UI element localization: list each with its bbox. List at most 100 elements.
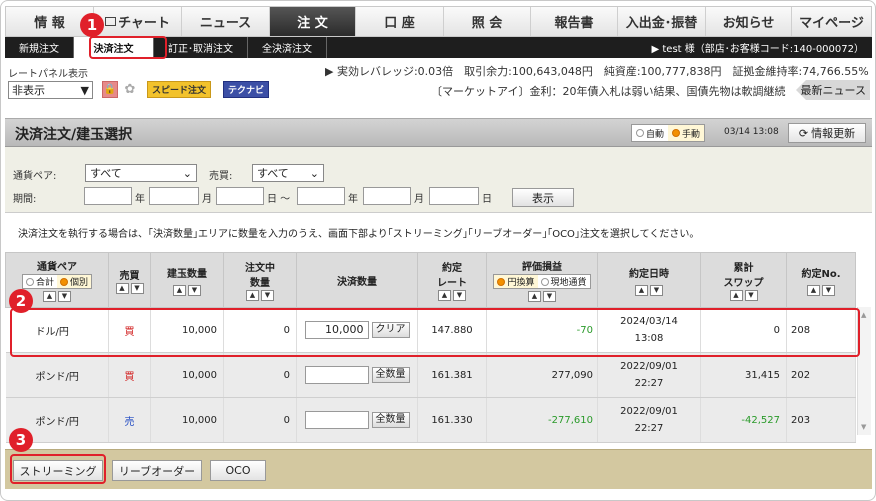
month-unit: 月 (202, 194, 212, 205)
side-filter-select[interactable]: すべて ⌄ (252, 164, 324, 182)
settle-qty-input[interactable] (304, 366, 369, 384)
qty-cell: 10,000 (150, 352, 224, 398)
sort-asc-icon[interactable]: ▲ (438, 290, 451, 301)
news-ticker[interactable]: 〔マーケットアイ〕金利：20年債入札は弱い結果、国債先物は軟調継続 (431, 83, 785, 99)
leave-order-button[interactable]: リーブオーダー (112, 460, 202, 481)
update-time: 03/14 13:08 (724, 127, 779, 137)
each-radio[interactable]: 個別 (57, 275, 92, 288)
nav-order[interactable]: 注 文 (270, 7, 356, 36)
pair-filter-label: 通貨ペア: (13, 171, 57, 182)
subnav-new-order[interactable]: 新規注文 (5, 37, 74, 58)
sum-radio[interactable]: 合計 (23, 275, 57, 288)
nav-chart[interactable]: チャート (94, 7, 182, 36)
sort-asc-icon[interactable]: ▲ (635, 284, 648, 296)
to-month-input[interactable] (363, 187, 411, 205)
from-month-input[interactable] (149, 187, 199, 205)
gear-icon[interactable]: ✿ (122, 81, 138, 98)
sort-desc-icon[interactable]: ▼ (261, 290, 274, 301)
swap-cell: 31,415 (700, 352, 787, 398)
date-cell: 2022/09/01 22:27 (597, 397, 701, 443)
all-qty-button[interactable]: 全数量 (371, 412, 410, 428)
highlight-row (10, 308, 860, 357)
year-unit: 年 (348, 194, 358, 205)
sort-desc-icon[interactable]: ▼ (453, 290, 466, 301)
pl-cell: 277,090 (486, 352, 598, 398)
sort-asc-icon[interactable]: ▲ (173, 284, 186, 296)
col-ordering-qty: 注文中 数量 ▲ ▼ (223, 252, 297, 308)
col-side: 売買 ▲ ▼ (108, 252, 151, 308)
settle-cell: 全数量 (296, 352, 418, 398)
side-filter-label: 売買: (209, 171, 233, 182)
sort-asc-icon[interactable]: ▲ (528, 291, 541, 302)
nav-inquiry[interactable]: 照 会 (444, 7, 531, 36)
lock-icon[interactable]: 🔒 (102, 81, 118, 98)
top-nav: 情 報 チャート ニュース 注 文 口 座 照 会 報告書 入出金･振替 お知ら… (5, 6, 872, 37)
sort-desc-icon[interactable]: ▼ (650, 284, 663, 296)
day-unit: 日 ～ (267, 194, 291, 205)
user-info: ▶ test 様（部店･お客様コード:140-000072） (651, 44, 865, 55)
highlight-settle-tab (89, 36, 167, 59)
local-radio[interactable]: 現地通貨 (538, 275, 590, 288)
day-unit: 日 (482, 194, 492, 205)
sort-asc-icon[interactable]: ▲ (807, 284, 820, 296)
sort-desc-icon[interactable]: ▼ (58, 291, 71, 302)
sort-desc-icon[interactable]: ▼ (130, 282, 144, 294)
auto-radio[interactable]: 自動 (632, 125, 668, 141)
leverage-info: ▶ 実効レバレッジ:0.03倍 取引余力:100,643,048円 純資産:10… (325, 65, 869, 78)
oco-button[interactable]: OCO (210, 460, 266, 481)
latest-news-button[interactable]: 最新ニュース (796, 80, 870, 100)
chevron-down-icon: ⌄ (309, 166, 319, 180)
rate-cell: 161.381 (417, 352, 487, 398)
nav-mypage[interactable]: マイページ (792, 7, 871, 36)
chart-icon (105, 17, 117, 26)
sort-asc-icon[interactable]: ▲ (729, 290, 743, 301)
side-cell: 売 (108, 397, 151, 443)
from-year-input[interactable] (84, 187, 132, 205)
nav-notice[interactable]: お知らせ (706, 7, 792, 36)
subnav-settle-all[interactable]: 全決済注文 (248, 37, 327, 58)
col-swap: 累計 スワップ ▲ ▼ (700, 252, 787, 308)
to-day-input[interactable] (429, 187, 479, 205)
yen-radio[interactable]: 円換算 (494, 275, 538, 288)
sort-desc-icon[interactable]: ▼ (822, 284, 835, 296)
show-button[interactable]: 表示 (512, 188, 574, 207)
sort-desc-icon[interactable]: ▼ (744, 290, 758, 301)
refresh-button[interactable]: ⟳ 情報更新 (788, 123, 866, 143)
nav-news[interactable]: ニュース (182, 7, 270, 36)
nav-deposit[interactable]: 入出金･振替 (618, 7, 706, 36)
nav-account[interactable]: 口 座 (356, 7, 444, 36)
col-settle-qty: 決済数量 (296, 252, 418, 308)
swap-cell: -42,527 (700, 397, 787, 443)
subnav-modify-cancel[interactable]: 訂正･取消注文 (154, 37, 248, 58)
col-no: 約定No. ▲ ▼ (786, 252, 856, 308)
date-cell: 2022/09/01 22:27 (597, 352, 701, 398)
to-year-input[interactable] (297, 187, 345, 205)
sort-asc-icon[interactable]: ▲ (43, 291, 56, 302)
scroll-down-icon[interactable]: ▼ (861, 423, 866, 431)
update-mode-toggle: 自動 手動 (631, 124, 706, 142)
step-badge-2: 2 (9, 289, 33, 313)
table-row: ポンド/円 買 10,000 0 全数量 161.381 277,090 202… (5, 352, 856, 398)
sort-asc-icon[interactable]: ▲ (115, 282, 129, 294)
rate-panel-select[interactable]: 非表示 ▼ (8, 81, 93, 99)
col-position-qty: 建玉数量 ▲ ▼ (150, 252, 224, 308)
sort-desc-icon[interactable]: ▼ (188, 284, 201, 296)
table-row: ポンド/円 売 10,000 0 全数量 161.330 -277,610 20… (5, 397, 856, 443)
speed-order-button[interactable]: スピード注文 (147, 81, 212, 98)
qty-cell: 10,000 (150, 397, 224, 443)
sort-asc-icon[interactable]: ▲ (246, 290, 259, 301)
no-cell: 202 (786, 352, 856, 398)
all-qty-button[interactable]: 全数量 (371, 367, 410, 383)
ordering-cell: 0 (223, 352, 297, 398)
scroll-up-icon[interactable]: ▲ (861, 311, 866, 319)
technavi-button[interactable]: テクナビ (223, 81, 270, 98)
nav-report[interactable]: 報告書 (531, 7, 618, 36)
sort-desc-icon[interactable]: ▼ (543, 291, 556, 302)
pair-filter-select[interactable]: すべて ⌄ (85, 164, 197, 182)
rate-cell: 161.330 (417, 397, 487, 443)
page-title: 決済注文/建玉選択 (15, 127, 133, 143)
settle-qty-input[interactable] (304, 411, 369, 429)
from-day-input[interactable] (216, 187, 264, 205)
chevron-down-icon: ▼ (80, 83, 89, 97)
manual-radio[interactable]: 手動 (668, 125, 705, 141)
